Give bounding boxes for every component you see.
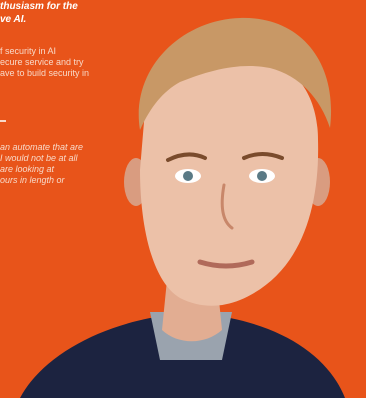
portrait-photo	[20, 17, 345, 398]
